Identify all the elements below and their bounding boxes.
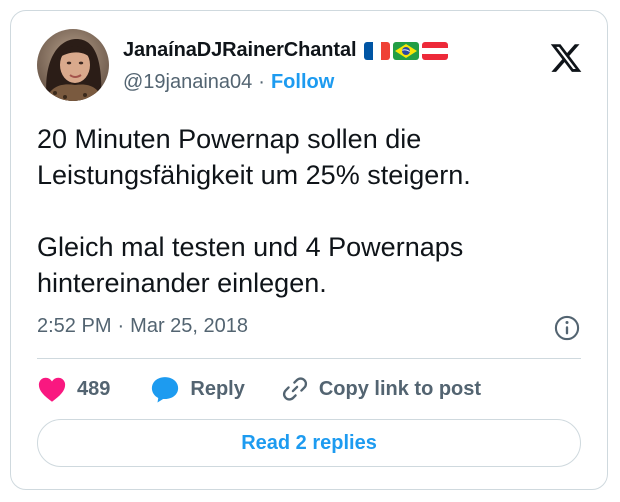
reply-label: Reply	[190, 377, 245, 400]
post-date[interactable]: Mar 25, 2018	[130, 315, 248, 338]
like-count: 489	[77, 377, 111, 400]
link-icon	[282, 377, 307, 401]
france-flag-icon	[364, 41, 391, 60]
author-handle[interactable]: @19janaina04	[123, 71, 252, 94]
post-timestamp[interactable]: 2:52 PM · Mar 25, 2018	[37, 315, 248, 338]
follow-button[interactable]: Follow	[271, 71, 334, 94]
read-replies-label: Read 2 replies	[241, 431, 377, 454]
avatar[interactable]	[37, 29, 109, 101]
heart-icon	[38, 377, 66, 402]
like-button[interactable]: 489	[37, 375, 110, 403]
reply-button[interactable]: Reply	[150, 375, 245, 403]
action-bar: 489 Reply Copy link to post	[37, 371, 481, 407]
austria-flag-icon	[422, 41, 449, 60]
copy-link-button[interactable]: Copy link to post	[281, 375, 481, 403]
x-logo-icon[interactable]	[549, 41, 583, 75]
handle-separator: ·	[258, 71, 265, 93]
flag-emojis	[364, 41, 449, 60]
read-replies-button[interactable]: Read 2 replies	[37, 419, 581, 467]
copy-link-label: Copy link to post	[318, 377, 482, 400]
timestamp-separator: ·	[117, 315, 125, 337]
brazil-flag-icon	[393, 41, 420, 60]
post-card[interactable]: JanaínaDJRainerChantal @19janaina04 · Fo…	[10, 10, 608, 490]
post-time[interactable]: 2:52 PM	[37, 315, 111, 338]
author-display-name[interactable]: JanaínaDJRainerChantal	[123, 39, 357, 62]
divider	[37, 358, 581, 359]
info-icon[interactable]	[553, 314, 581, 342]
post-text: 20 Minuten Powernap sollen die Leistungs…	[37, 124, 471, 298]
reply-bubble-icon	[152, 377, 179, 403]
